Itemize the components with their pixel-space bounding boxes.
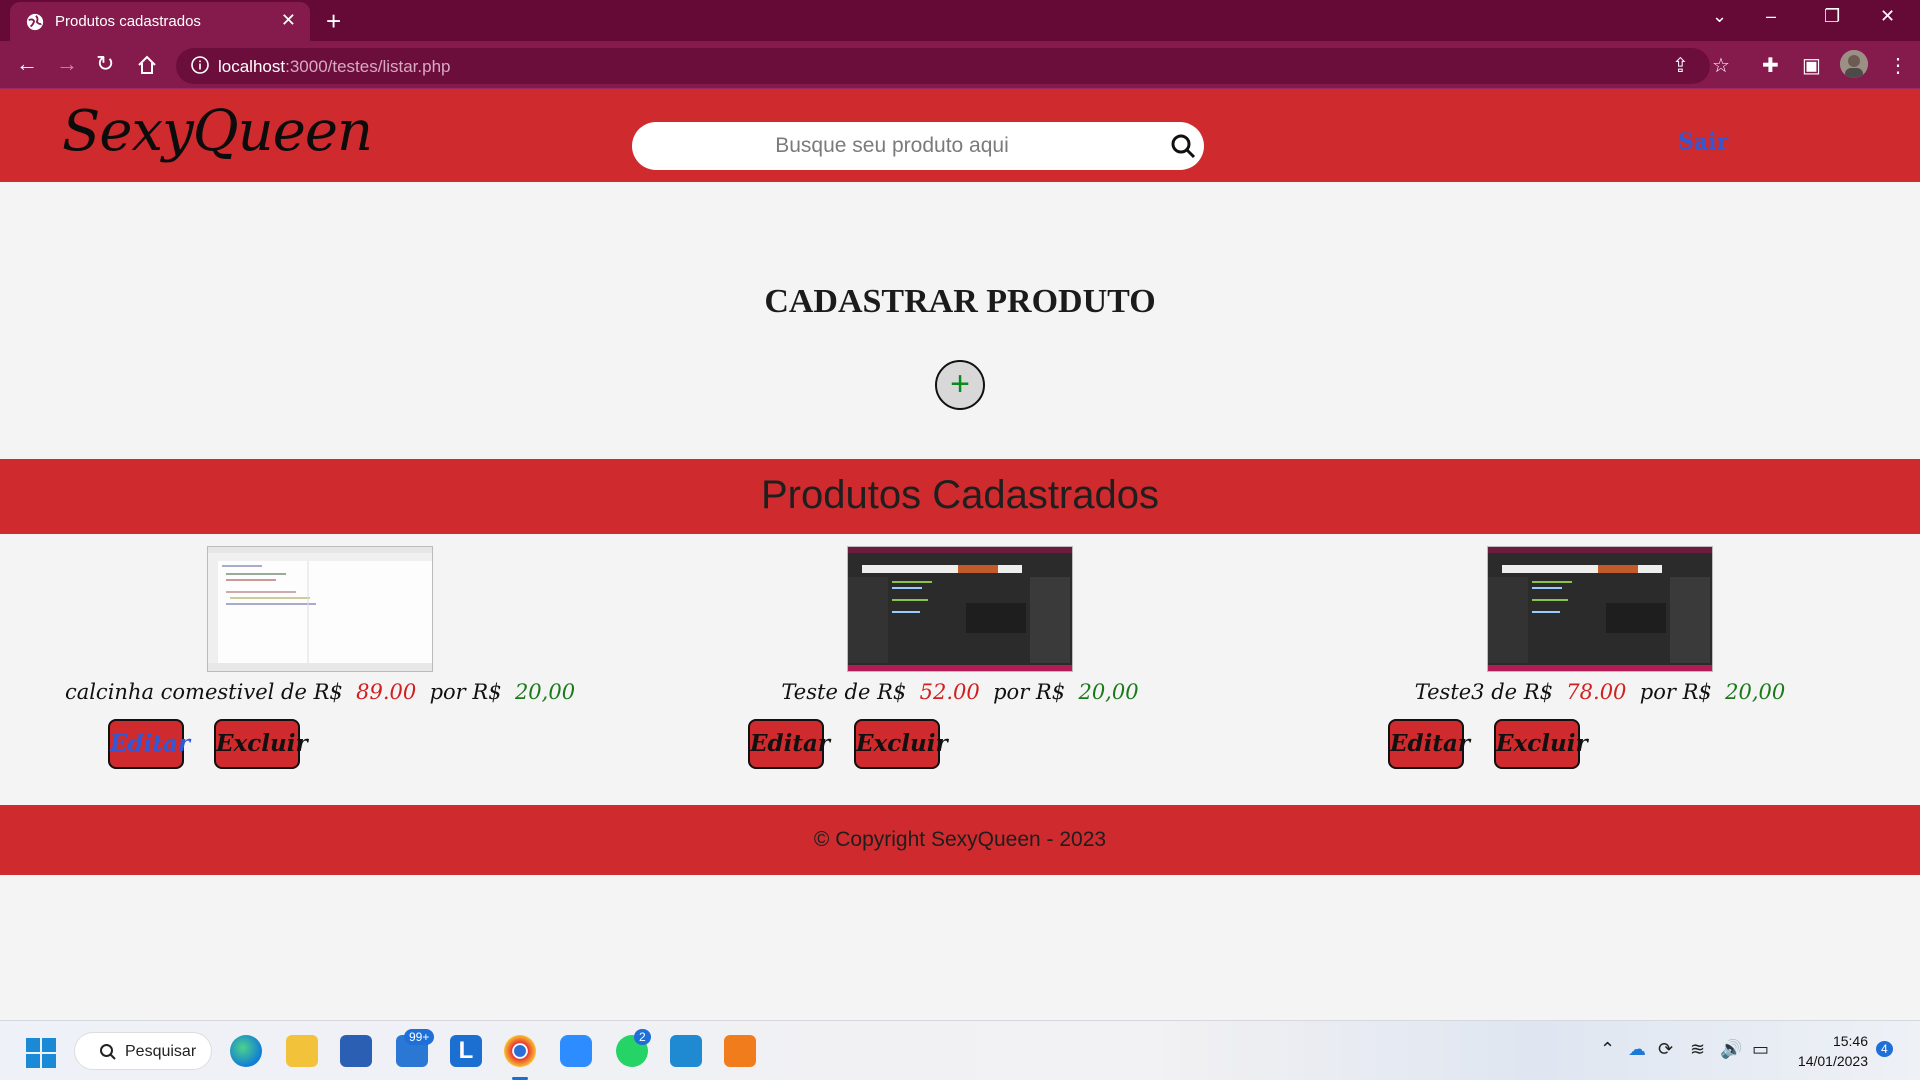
delete-button[interactable]: Excluir [1494,719,1588,769]
forward-icon[interactable]: → [56,51,78,77]
side-panel-icon[interactable]: ▣ [1802,53,1821,78]
back-icon[interactable]: ← [16,51,38,77]
browser-menu-icon[interactable]: ⋮ [1888,53,1908,78]
profile-photo-icon [1840,50,1868,78]
product-card: Teste de R$ 52.00 por R$ 20,00 Editar Ex… [640,546,1280,776]
new-tab-icon[interactable]: + [326,6,341,37]
product-old-price: 89.00 [356,680,417,704]
search-bar [632,122,1204,170]
taskbar-search-label: Pesquisar [125,1043,197,1060]
product-price-line: Teste de R$ 52.00 por R$ 20,00 [640,680,1280,704]
product-old-price: 78.00 [1566,680,1627,704]
product-new-price: 20,00 [1078,680,1139,704]
notification-badge[interactable]: 4 [1876,1041,1893,1057]
taskbar-search[interactable]: Pesquisar [74,1032,212,1070]
product-card: Teste3 de R$ 78.00 por R$ 20,00 Editar E… [1280,546,1920,776]
delete-button[interactable]: Excluir [854,719,948,769]
clock-time: 15:46 [1832,1033,1868,1049]
chrome-icon[interactable] [504,1035,536,1067]
windows-start-icon[interactable] [26,1038,56,1068]
product-price-line: Teste3 de R$ 78.00 por R$ 20,00 [1280,680,1920,704]
logout-link[interactable]: Sair [1678,129,1728,155]
edge-icon[interactable] [230,1035,262,1067]
bookmark-star-icon[interactable]: ☆ [1712,53,1730,78]
network-sync-icon[interactable]: ⟳ [1658,1039,1673,1060]
edit-button[interactable]: Editar [748,719,830,769]
product-screenshot-dark-icon [848,547,1072,671]
close-window-icon[interactable]: ✕ [1880,6,1895,27]
product-price-line: calcinha comestivel de R$ 89.00 por R$ 2… [0,680,640,704]
product-screenshot-light-icon [208,547,432,671]
windows-taskbar: Pesquisar 99+ L 2 ⌃ ☁ ⟳ ≋ 🔊 ▭ 15:46 14/0… [0,1020,1920,1080]
search-icon[interactable] [1170,133,1196,159]
extensions-icon[interactable]: ✚ [1762,53,1779,78]
register-product-title: CADASTRAR PRODUTO [764,283,1156,320]
minimize-icon[interactable]: – [1766,6,1776,27]
product-new-price: 20,00 [1725,680,1786,704]
tab-search-chevron-icon[interactable]: ⌄ [1712,6,1727,27]
whatsapp-badge: 2 [634,1029,651,1045]
product-by-label: por R$ [429,680,502,704]
site-header: SexyQueen Sair [0,89,1920,182]
product-image[interactable] [847,546,1073,672]
products-section-header: Produtos Cadastrados [0,459,1920,534]
restore-icon[interactable]: ❐ [1824,6,1840,27]
site-logo[interactable]: SexyQueen [62,99,373,164]
edit-button[interactable]: Editar [1388,719,1470,769]
vscode-icon[interactable] [670,1035,702,1067]
url-host: localhost [218,57,286,76]
globe-icon [26,13,44,31]
search-input[interactable] [652,130,1132,162]
volume-icon[interactable]: 🔊 [1720,1039,1742,1060]
delete-button[interactable]: Excluir [214,719,308,769]
url-text: localhost:3000/testes/listar.php [218,57,451,77]
copyright-text: © Copyright SexyQueen - 2023 [813,828,1107,851]
onedrive-icon[interactable]: ☁ [1628,1039,1646,1060]
wifi-icon[interactable]: ≋ [1690,1039,1705,1060]
xampp-icon[interactable] [724,1035,756,1067]
product-by-label: por R$ [1639,680,1712,704]
edit-button[interactable]: Editar [108,719,190,769]
site-info-icon[interactable] [190,55,210,75]
add-product-button[interactable]: + [935,360,985,410]
products-section-title: Produtos Cadastrados [760,473,1159,517]
product-image[interactable] [1487,546,1713,672]
reload-icon[interactable]: ↻ [96,51,114,77]
product-card: calcinha comestivel de R$ 89.00 por R$ 2… [0,546,640,776]
site-footer: © Copyright SexyQueen - 2023 [0,805,1920,875]
browser-toolbar: ← → ↻ localhost:3000/testes/listar.php ⇪… [0,41,1920,89]
browser-tab-strip: Produtos cadastrados ✕ + ⌄ – ❐ ✕ [0,0,1920,41]
clock-date: 14/01/2023 [1797,1053,1868,1069]
microsoft-store-icon[interactable] [340,1035,372,1067]
address-bar[interactable]: localhost:3000/testes/listar.php [176,48,1710,84]
product-old-price: 52.00 [919,680,980,704]
url-path: :3000/testes/listar.php [285,57,451,76]
show-hidden-icons-icon[interactable]: ⌃ [1600,1039,1615,1060]
lightshot-icon[interactable]: L [450,1035,482,1067]
home-icon[interactable] [136,54,158,76]
file-explorer-icon[interactable] [286,1035,318,1067]
battery-icon[interactable]: ▭ [1752,1039,1769,1060]
search-icon [100,1044,116,1060]
product-new-price: 20,00 [514,680,576,704]
product-name: Teste de R$ [781,680,907,704]
taskbar-clock[interactable]: 15:46 14/01/2023 [1780,1031,1868,1071]
product-name: Teste3 de R$ [1414,680,1553,704]
product-image[interactable] [207,546,433,672]
product-name: calcinha comestivel de R$ [64,680,343,704]
share-icon[interactable]: ⇪ [1672,53,1689,78]
mail-badge: 99+ [404,1029,435,1045]
tab-title: Produtos cadastrados [55,13,201,30]
product-screenshot-dark-icon [1488,547,1712,671]
tab-close-icon[interactable]: ✕ [281,10,296,31]
zoom-icon[interactable] [560,1035,592,1067]
profile-avatar[interactable] [1840,50,1868,78]
browser-tab[interactable]: Produtos cadastrados ✕ [10,2,310,41]
product-by-label: por R$ [993,680,1066,704]
